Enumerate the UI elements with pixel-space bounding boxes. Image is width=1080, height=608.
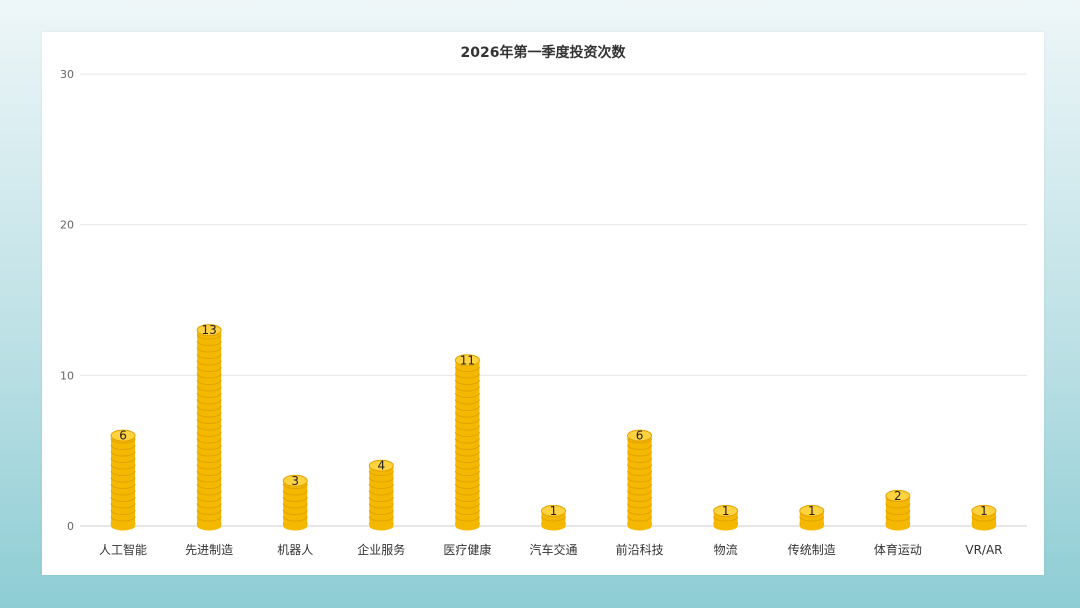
y-tick-label: 0 — [67, 520, 74, 533]
bar[interactable]: 1 — [799, 504, 825, 531]
bar-value-label: 13 — [201, 323, 216, 337]
y-tick-label: 10 — [60, 369, 74, 382]
bar-value-label: 3 — [291, 474, 299, 488]
x-category-label: 人工智能 — [99, 542, 147, 557]
bar-body — [197, 330, 222, 526]
bar-value-label: 1 — [980, 504, 988, 518]
y-tick-label: 20 — [60, 219, 74, 232]
coin-bottom — [885, 521, 910, 531]
x-category-label: 先进制造 — [185, 543, 233, 557]
coin-bottom — [713, 521, 738, 531]
x-category-label: 传统制造 — [788, 542, 836, 557]
bar-value-label: 1 — [722, 504, 730, 518]
coin-bottom — [799, 521, 824, 531]
bar-value-label: 6 — [119, 429, 127, 443]
bar-value-label: 4 — [377, 459, 385, 473]
bar-value-label: 6 — [636, 429, 644, 443]
x-category-label: 汽车交通 — [529, 542, 577, 557]
bar[interactable]: 1 — [713, 504, 739, 531]
bar-body — [369, 465, 394, 526]
coin-bottom — [455, 521, 480, 531]
coin-bottom — [283, 521, 308, 531]
x-category-label: 体育运动 — [874, 542, 922, 557]
bar[interactable]: 6 — [627, 429, 653, 531]
x-category-label: 企业服务 — [357, 542, 405, 557]
coin-bottom — [541, 521, 566, 531]
chart-card: 2026年第一季度投资次数 0 10 20 30 6 人工智能 13 先进制造 3 机器人 4 企业服… — [42, 32, 1044, 575]
bar-value-label: 11 — [460, 353, 475, 367]
bar-value-label: 2 — [894, 489, 902, 503]
bar-chart: 01020306人工智能13先进制造3机器人4企业服务11医疗健康1汽车交通6前… — [60, 68, 1027, 557]
y-tick-label: 30 — [60, 68, 74, 81]
x-category-label: 机器人 — [277, 543, 313, 557]
coin-bottom — [197, 521, 222, 531]
bar[interactable]: 1 — [971, 504, 997, 531]
bar[interactable]: 4 — [368, 459, 394, 531]
coin-bottom — [111, 521, 136, 531]
coin-bottom — [369, 521, 394, 531]
bar[interactable]: 13 — [196, 323, 222, 531]
bar[interactable]: 2 — [885, 489, 911, 531]
x-category-label: VR/AR — [965, 543, 1002, 557]
bar-value-label: 1 — [808, 504, 816, 518]
bar-value-label: 1 — [550, 504, 558, 518]
coin-bottom — [627, 521, 652, 531]
x-category-label: 物流 — [714, 543, 738, 557]
x-category-label: 医疗健康 — [443, 542, 491, 557]
x-category-label: 前沿科技 — [616, 542, 664, 557]
bar[interactable]: 6 — [110, 429, 136, 531]
bar[interactable]: 1 — [541, 504, 566, 531]
bar[interactable]: 3 — [282, 474, 308, 531]
bar[interactable]: 11 — [454, 353, 480, 531]
coin-bottom — [971, 521, 996, 531]
